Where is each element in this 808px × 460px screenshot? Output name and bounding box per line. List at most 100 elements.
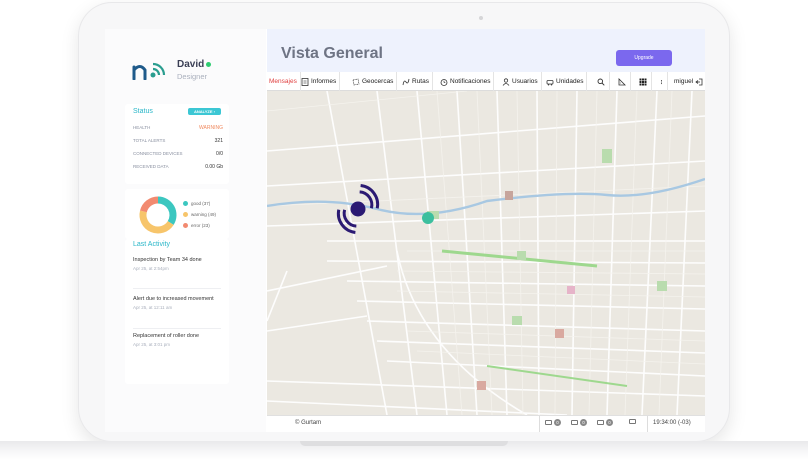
messages-count-badge: 0 xyxy=(554,419,561,426)
activity-item[interactable]: Replacement of roller done Apr 25, at 3:0… xyxy=(133,333,221,347)
tab-label: Rutas xyxy=(412,78,429,85)
event-icon xyxy=(571,420,578,425)
user-icon xyxy=(502,77,510,86)
street-map xyxy=(267,91,705,415)
map-footer: © Gurtam 0 0 0 19:34:00 (-03) xyxy=(267,415,705,432)
activity-text: Inspection by Team 34 done xyxy=(133,257,202,263)
upgrade-button[interactable]: Upgrade xyxy=(616,50,672,66)
legend-error-label: error (23) xyxy=(191,223,210,228)
status-row-health: HEALTH WARNING xyxy=(133,125,223,131)
search-button[interactable] xyxy=(593,72,610,91)
analyze-label: ANALYZE xyxy=(194,109,213,114)
health-chart-card: good (37) warning (49) error (23) xyxy=(125,189,229,239)
alerts-value: 321 xyxy=(214,138,223,144)
devices-value: 0/0 xyxy=(216,151,223,157)
legend-good: good (37) xyxy=(183,201,211,207)
status-title: Status xyxy=(133,108,153,115)
tab-label: Unidades xyxy=(556,78,584,85)
more-vertical-icon xyxy=(661,79,662,84)
geofence-icon xyxy=(352,78,360,85)
activity-item[interactable]: Alert due to increased movement Apr 25, a… xyxy=(133,296,221,310)
tab-unidades[interactable]: Unidades xyxy=(543,72,588,91)
legend-error: error (23) xyxy=(183,223,210,229)
divider xyxy=(647,416,648,432)
route-icon xyxy=(402,78,410,85)
online-status-dot xyxy=(206,62,211,67)
tab-informes[interactable]: Informes xyxy=(298,72,341,91)
screen: David Designer Status ANALYZE › HEALTH WA… xyxy=(105,29,705,432)
donut-slice-warning xyxy=(139,210,174,234)
data-label: RECEIVED DATA xyxy=(133,164,169,169)
tab-usuarios[interactable]: Usuarios xyxy=(499,72,542,91)
more-menu-button[interactable] xyxy=(656,72,668,91)
legend-warning-label: warning (49) xyxy=(191,212,217,217)
legend-error-swatch xyxy=(183,223,188,229)
activity-item[interactable]: Inspection by Team 34 done Apr 25, at 2:5… xyxy=(133,257,221,271)
copyright-text: © Gurtam xyxy=(295,420,322,426)
page-header: Vista General Upgrade xyxy=(267,29,705,72)
tab-rutas[interactable]: Rutas xyxy=(399,72,433,91)
tab-label: Usuarios xyxy=(512,78,538,85)
alerts-count-badge: 0 xyxy=(606,419,613,426)
donut-slice-good xyxy=(157,196,177,225)
grid-apps-icon xyxy=(639,78,647,85)
analyze-button[interactable]: ANALYZE › xyxy=(188,108,221,115)
alerts-label: TOTAL ALERTS xyxy=(133,138,166,143)
car-icon xyxy=(546,79,554,85)
clock-time: 19:34:00 (-03) xyxy=(653,420,691,426)
donut-slice-error xyxy=(140,196,159,213)
alert-icon xyxy=(597,420,604,425)
tab-mensajes[interactable]: Mensajes xyxy=(266,72,301,91)
activity-date: Apr 25, at 3:01 pm xyxy=(133,342,171,347)
message-icon xyxy=(545,420,552,425)
footer-alerts[interactable]: 0 xyxy=(597,419,613,426)
user-name: David xyxy=(177,59,205,70)
tab-label: Notificaciones xyxy=(450,78,491,85)
map-view[interactable] xyxy=(267,91,705,415)
report-icon xyxy=(301,77,309,86)
user-role: Designer xyxy=(177,72,208,81)
map-toolbar: Mensajes Informes Geocercas Rutas Notifi… xyxy=(267,72,705,91)
health-label: HEALTH xyxy=(133,125,151,130)
legend-good-swatch xyxy=(183,201,188,207)
legend-warning-swatch xyxy=(183,212,188,218)
health-value: WARNING xyxy=(199,125,223,131)
activity-text: Alert due to increased movement xyxy=(133,296,214,302)
activity-title: Last Activity xyxy=(133,241,170,248)
divider xyxy=(539,416,540,432)
status-row-devices: CONNECTED DEVICES 0/0 xyxy=(133,151,223,157)
tab-label: Informes xyxy=(311,78,337,85)
status-card: Status ANALYZE › HEALTH WARNING TOTAL ALE… xyxy=(125,104,229,184)
alarm-clock-icon xyxy=(440,78,448,86)
legend-good-label: good (37) xyxy=(191,201,211,206)
brand-logo xyxy=(132,62,166,80)
activity-text: Replacement of roller done xyxy=(133,333,200,339)
camera-dot xyxy=(479,16,483,20)
data-value: 0.00 Gb xyxy=(205,164,223,170)
activity-date: Apr 25, at 2:54pm xyxy=(133,266,169,271)
user-logout[interactable]: miguel xyxy=(671,72,705,91)
sidebar: David Designer Status ANALYZE › HEALTH WA… xyxy=(105,29,266,432)
status-row-data: RECEIVED DATA 0.00 Gb xyxy=(133,164,223,170)
footer-messages[interactable]: 0 xyxy=(545,419,561,426)
ruler-icon xyxy=(618,77,626,85)
tab-notificaciones[interactable]: Notificaciones xyxy=(437,72,495,91)
toolbar-username: miguel xyxy=(674,78,694,85)
footer-list[interactable] xyxy=(629,419,636,424)
divider xyxy=(133,288,221,289)
logout-icon xyxy=(695,78,703,85)
tab-geocercas[interactable]: Geocercas xyxy=(349,72,398,91)
health-donut-chart xyxy=(139,196,177,234)
list-icon xyxy=(629,419,636,424)
apps-button[interactable] xyxy=(635,72,652,91)
activity-date: Apr 25, at 12:11 am xyxy=(133,305,173,310)
laptop-notch xyxy=(300,441,508,446)
divider xyxy=(133,328,221,329)
devices-label: CONNECTED DEVICES xyxy=(133,151,183,156)
events-count-badge: 0 xyxy=(580,419,587,426)
page-title: Vista General xyxy=(281,45,383,62)
activity-card: Last Activity Inspection by Team 34 done… xyxy=(125,239,229,384)
measure-button[interactable] xyxy=(614,72,631,91)
tab-label: Geocercas xyxy=(362,78,394,85)
footer-events[interactable]: 0 xyxy=(571,419,587,426)
